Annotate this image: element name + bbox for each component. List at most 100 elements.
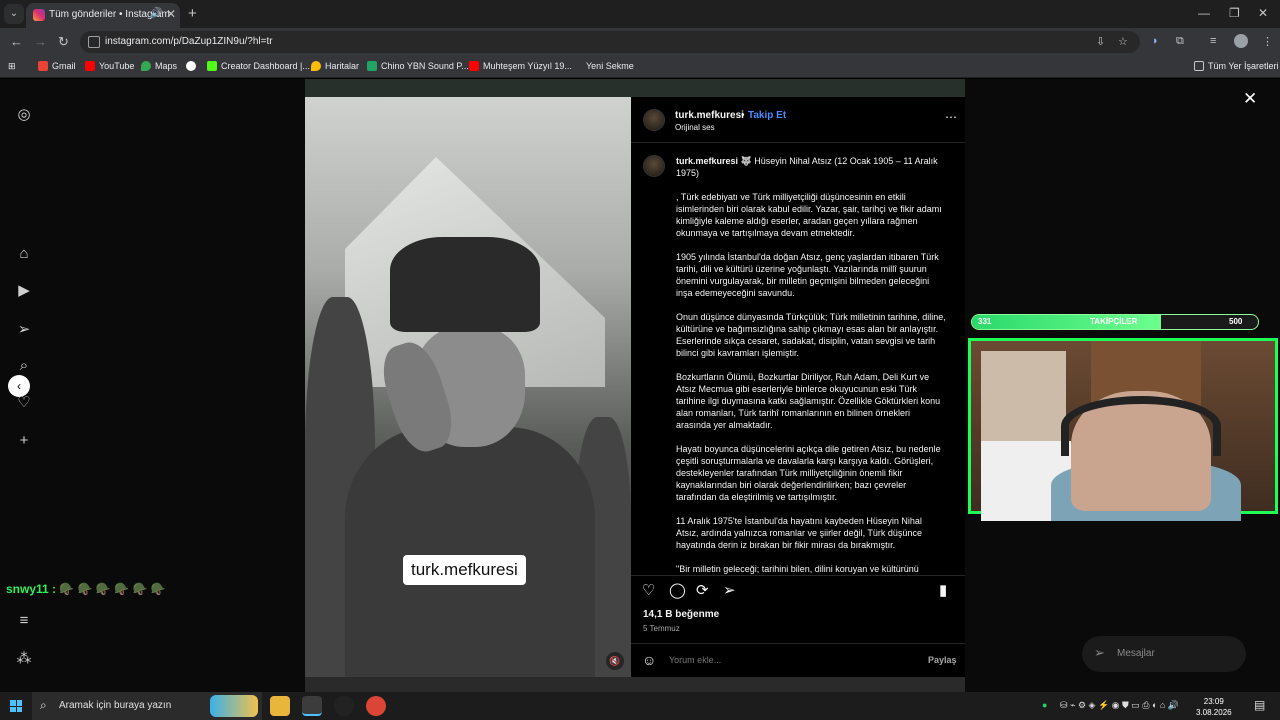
reels-icon[interactable]: ▶	[14, 281, 34, 301]
follower-current: 331	[978, 317, 992, 326]
apps-grid-icon[interactable]: ⊞	[8, 61, 16, 72]
caption-paragraph: Hayatı boyunca düşüncelerini açıkça dile…	[676, 444, 941, 502]
caption-paragraph: 1905 yılında İstanbul'da doğan Atsız, ge…	[676, 252, 939, 298]
bookmark-gmail[interactable]: Gmail	[38, 61, 76, 71]
google-icon	[186, 61, 196, 71]
close-window-icon[interactable]: ✕	[1258, 6, 1268, 20]
mute-icon[interactable]: 🔇	[606, 652, 624, 670]
comment-icon[interactable]: ◯	[669, 581, 686, 599]
caption-avatar[interactable]	[643, 155, 665, 177]
tab-search-button[interactable]: ⌄	[4, 4, 24, 24]
extension-icon[interactable]: ◗	[1152, 35, 1159, 47]
chat-username: snwy11 :	[6, 582, 57, 596]
tab-strip: ⌄ Tüm gönderiler • Instagram 🔊 ✕ + — ❐ ✕	[0, 0, 1280, 28]
bookmarks-bar: ⊞ Gmail YouTube Maps Creator Dashboard |…	[0, 56, 1280, 78]
minimize-icon[interactable]: —	[1198, 6, 1210, 20]
address-bar[interactable]: instagram.com/p/DaZup1ZIN9u/?hl=tr ⇩ ☆	[80, 31, 1140, 53]
author-avatar[interactable]	[643, 109, 665, 131]
emoji-icon[interactable]: ☺	[642, 652, 656, 668]
instagram-favicon-icon	[33, 9, 45, 21]
windows-start-icon[interactable]	[10, 700, 22, 712]
feed-thumbnails	[305, 79, 965, 97]
taskbar-search[interactable]: ⌕ Aramak için buraya yazın	[32, 692, 262, 720]
obs-icon[interactable]	[334, 696, 354, 716]
url-text: instagram.com/p/DaZup1ZIN9u/?hl=tr	[105, 36, 273, 47]
divider	[631, 142, 965, 143]
extensions-puzzle-icon[interactable]: ⧉	[1176, 35, 1184, 48]
post-panel: turk.mefkuresi • Takip Et Orijinal ses ⋯…	[631, 97, 965, 677]
video-watermark-label: turk.mefkuresi	[403, 555, 526, 585]
more-options-icon[interactable]: ⋯	[945, 110, 957, 124]
webcam-overlay	[968, 338, 1278, 521]
repost-icon[interactable]: ⟳	[696, 581, 709, 599]
share-comment-button[interactable]: Paylaş	[928, 655, 957, 665]
all-bookmarks[interactable]: Tüm Yer İşaretleri	[1194, 61, 1279, 71]
new-tab-button[interactable]: +	[188, 5, 197, 22]
notifications-icon[interactable]: ▤	[1254, 698, 1265, 712]
notifications-heart-icon[interactable]: ♡	[14, 393, 34, 413]
likes-count[interactable]: 14,1 B beğenme	[643, 609, 719, 620]
more-menu-icon[interactable]: ≡	[14, 611, 34, 631]
messages-button[interactable]: ➢ Mesajlar	[1082, 636, 1246, 672]
profile-avatar[interactable]	[1234, 34, 1248, 48]
site-info-icon[interactable]	[88, 36, 100, 48]
speaker-icon[interactable]: 🔊	[150, 8, 162, 19]
share-icon[interactable]: ➢	[723, 581, 736, 599]
audio-link[interactable]: Orijinal ses	[675, 123, 715, 132]
post-video[interactable]: turk.mefkuresi 🔇	[305, 97, 631, 677]
bookmark-maps[interactable]: Maps	[141, 61, 177, 71]
chrome-taskbar-icon[interactable]	[302, 696, 322, 716]
bookmark-yeni-sekme[interactable]: Yeni Sekme	[586, 61, 634, 71]
caption-paragraph: Onun düşünce dünyasında Türkçülük; Türk …	[676, 312, 946, 358]
bookmark-youtube[interactable]: YouTube	[85, 61, 134, 71]
media-controls-icon[interactable]: ≡	[1210, 35, 1216, 47]
bookmark-haritalar[interactable]: Haritalar	[311, 61, 359, 71]
file-explorer-icon[interactable]	[270, 696, 290, 716]
search-icon[interactable]: ⌕	[14, 356, 34, 376]
bookmark-google[interactable]	[186, 61, 196, 71]
headset	[1061, 396, 1221, 456]
direct-icon[interactable]: ➢	[14, 320, 34, 340]
taskbar-clock[interactable]: 23:09 3.08.2026	[1196, 696, 1232, 718]
like-heart-icon[interactable]: ♡	[642, 581, 655, 599]
reload-icon[interactable]: ↻	[58, 34, 69, 50]
caption-paragraph: 11 Aralık 1975'te İstanbul'da hayatını k…	[676, 516, 922, 550]
direct-icon: ➢	[1094, 645, 1105, 660]
caption-paragraph: Bozkurtların Ölümü, Bozkurtlar Diriliyor…	[676, 372, 941, 430]
post-date[interactable]: 5 Temmuz	[643, 624, 680, 633]
follower-goal: 500	[1229, 317, 1243, 326]
bookmark-star-icon[interactable]: ☆	[1118, 35, 1128, 48]
bookmark-creator-dashboard[interactable]: Creator Dashboard |...	[207, 61, 310, 71]
clock-date: 3.08.2026	[1196, 708, 1232, 717]
comment-input[interactable]	[669, 655, 919, 665]
bookmark-muhtesem[interactable]: Muhteşem Yüzyıl 19...	[469, 61, 572, 71]
chrome-menu-icon[interactable]: ⋮	[1262, 35, 1273, 48]
browser-toolbar: ← → ↻ instagram.com/p/DaZup1ZIN9u/?hl=tr…	[0, 28, 1280, 56]
close-modal-icon[interactable]: ✕	[1243, 89, 1257, 109]
author-username[interactable]: turk.mefkuresi	[675, 110, 744, 121]
back-icon[interactable]: ←	[10, 34, 23, 49]
instagram-logo-icon[interactable]: ◎	[14, 105, 34, 125]
restore-icon[interactable]: ❐	[1229, 6, 1240, 20]
create-plus-icon[interactable]: +	[14, 431, 34, 451]
chrome-alt-icon[interactable]	[366, 696, 386, 716]
chat-emojis: 🪖 🪖 🪖 🪖 🪖 🪖	[59, 582, 166, 596]
post-caption: turk.mefkuresi 🐺 Hüseyin Nihal Atsız (12…	[676, 155, 946, 575]
tray-icons[interactable]: ⛁ ⌁ ⚙ ◈ ⚡ ◉ ⛊ ▭ ⎙ ◐ ⌂ 🔊	[1060, 700, 1179, 711]
caption-username[interactable]: turk.mefkuresi	[676, 156, 738, 166]
install-app-icon[interactable]: ⇩	[1096, 35, 1105, 48]
maps-icon	[141, 61, 151, 71]
kick-icon	[207, 61, 217, 71]
save-bookmark-icon[interactable]: ▮	[939, 581, 947, 599]
forward-icon[interactable]: →	[34, 34, 47, 49]
bookmark-chino[interactable]: Chino YBN Sound P...	[367, 61, 469, 71]
drive-icon	[367, 61, 377, 71]
close-tab-icon[interactable]: ✕	[166, 7, 176, 21]
home-icon[interactable]: ⌂	[14, 244, 34, 264]
follow-button[interactable]: Takip Et	[748, 110, 786, 121]
kalpak-hat	[390, 237, 540, 332]
whatsapp-icon[interactable]: ●	[1042, 700, 1047, 710]
meta-apps-icon[interactable]: ⁂	[14, 649, 34, 669]
stream-chat-message: snwy11 : 🪖 🪖 🪖 🪖 🪖 🪖	[6, 582, 166, 596]
tab-instagram[interactable]: Tüm gönderiler • Instagram 🔊 ✕	[26, 3, 180, 28]
